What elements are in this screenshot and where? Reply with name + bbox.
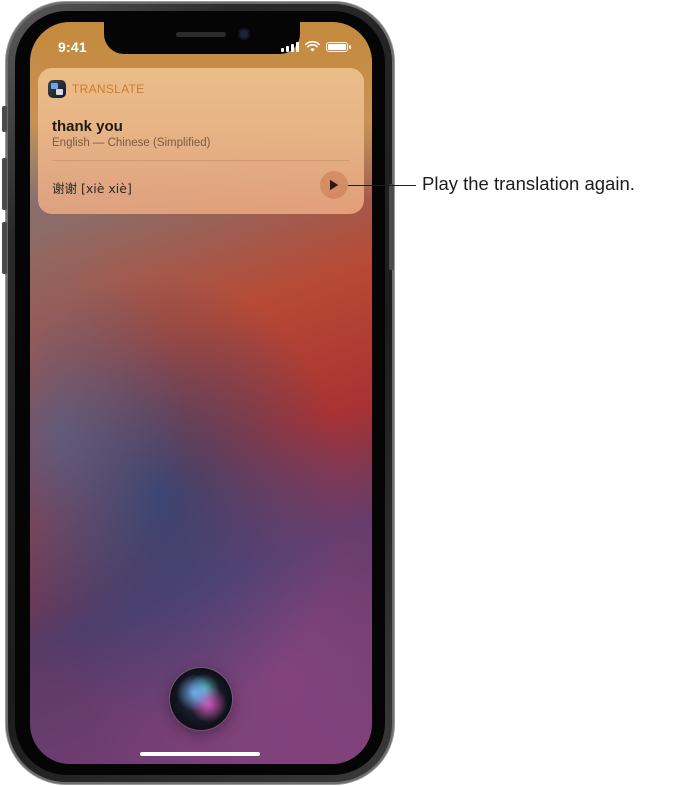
earpiece-speaker — [176, 32, 226, 37]
status-icons — [281, 41, 351, 52]
battery-icon — [326, 42, 351, 52]
siri-orb-icon[interactable] — [170, 668, 232, 730]
volume-up-button — [2, 158, 7, 210]
play-icon — [330, 179, 339, 191]
wallpaper-blue-wash — [30, 252, 190, 612]
language-pair: English — Chinese (Simplified) — [52, 137, 211, 149]
source-phrase: thank you — [52, 118, 123, 135]
translate-app-icon — [48, 80, 66, 98]
notch — [104, 22, 300, 54]
side-button — [389, 184, 394, 270]
ring-silent-switch — [2, 106, 7, 132]
callout-label: Play the translation again. — [422, 173, 635, 194]
front-camera — [240, 30, 248, 38]
home-indicator[interactable] — [140, 752, 260, 756]
cellular-signal-icon — [281, 42, 299, 52]
app-name-label: TRANSLATE — [72, 82, 145, 96]
translation-result: 谢谢 [xiè xiè] — [52, 181, 132, 196]
callout-leader-line — [348, 185, 416, 186]
volume-down-button — [2, 222, 7, 274]
status-time: 9:41 — [58, 39, 87, 55]
translate-result-card[interactable]: TRANSLATE thank you English — Chinese (S… — [38, 68, 364, 214]
card-divider — [52, 160, 350, 161]
play-translation-button[interactable] — [320, 171, 348, 199]
wifi-icon — [305, 41, 320, 52]
phone-screen: 9:41 TRANSLATE thank you English — Chine… — [30, 22, 372, 764]
